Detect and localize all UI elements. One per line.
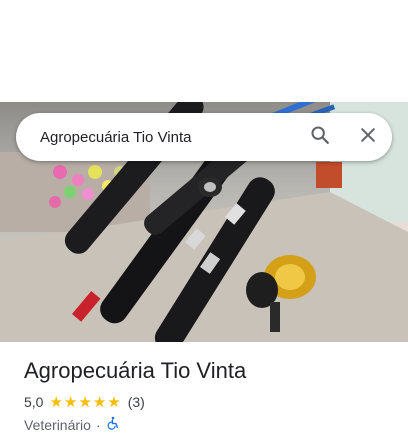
category-label[interactable]: Veterinário: [24, 417, 91, 433]
category-row: Veterinário ·: [24, 416, 120, 433]
star-icon: ★: [78, 393, 92, 411]
star-icon: ★: [92, 393, 107, 411]
star-icon: ★: [49, 393, 63, 411]
star-icon: ★: [107, 393, 121, 411]
star-icon: ★: [63, 393, 78, 411]
separator-dot: ·: [95, 416, 101, 433]
search-button[interactable]: [296, 113, 344, 161]
star-rating: ★ ★ ★ ★ ★: [49, 395, 121, 410]
search-input[interactable]: Agropecuária Tio Vinta: [40, 129, 296, 146]
rating-value: 5,0: [24, 394, 44, 410]
place-title: Agropecuária Tio Vinta: [24, 358, 247, 383]
close-button[interactable]: [344, 113, 392, 161]
review-count-link[interactable]: (3): [128, 394, 145, 410]
place-panel: Agropecuária Tio Vinta Agropecuária Tio …: [0, 0, 408, 444]
search-icon: [309, 124, 331, 151]
search-bar[interactable]: Agropecuária Tio Vinta: [16, 113, 392, 161]
close-icon: [358, 125, 378, 150]
rating-row[interactable]: 5,0 ★ ★ ★ ★ ★ (3): [24, 394, 145, 410]
wheelchair-accessible-icon: [106, 416, 120, 433]
